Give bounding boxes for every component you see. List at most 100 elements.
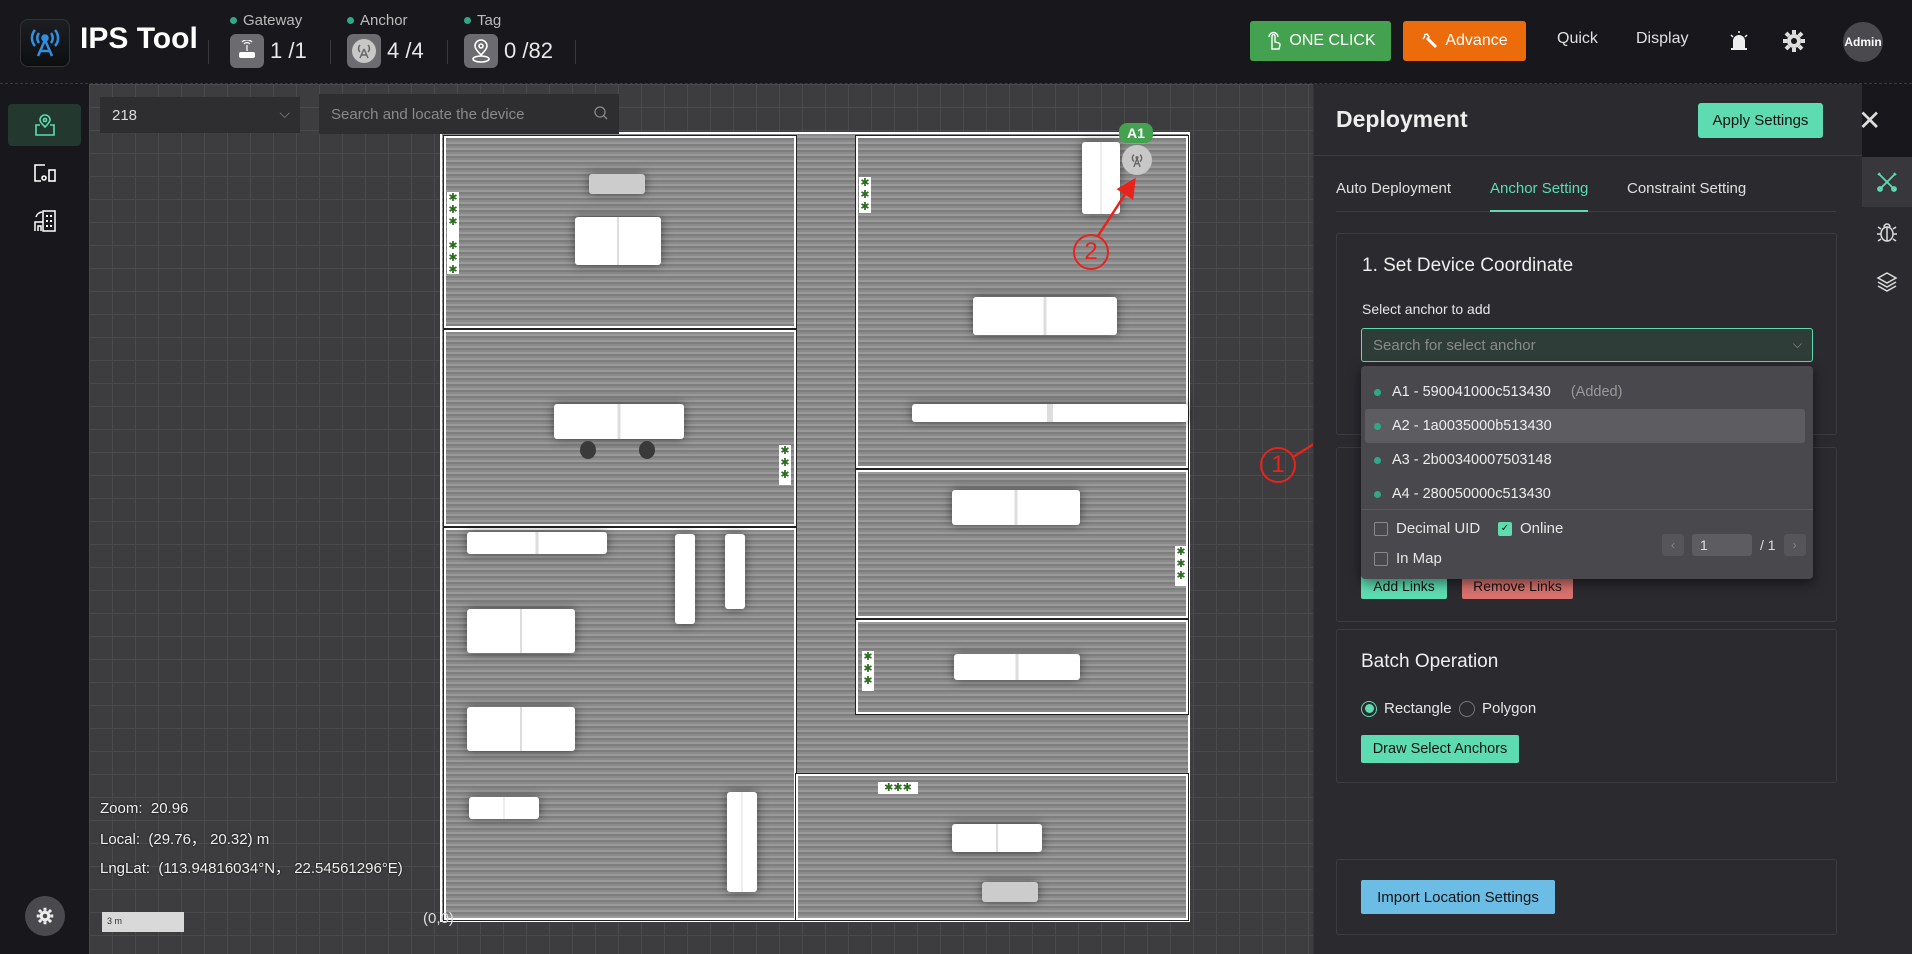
layers-icon xyxy=(1876,272,1898,292)
decimal-uid-checkbox[interactable]: Decimal UID xyxy=(1374,520,1480,537)
next-page-button[interactable]: › xyxy=(1783,534,1806,556)
floor-select[interactable]: 218 ⌵ xyxy=(100,97,300,133)
page-input[interactable]: 1 xyxy=(1692,534,1752,556)
page-total: / 1 xyxy=(1760,537,1776,553)
gateway-stat[interactable]: Gateway 1 /1 xyxy=(230,12,307,68)
dropdown-option[interactable]: A1 - 590041000c513430 (Added) xyxy=(1365,375,1805,409)
rail-layers[interactable] xyxy=(1862,257,1912,307)
close-icon[interactable]: ✕ xyxy=(1858,104,1881,137)
rail-tools[interactable] xyxy=(1862,157,1912,207)
quick-link[interactable]: Quick xyxy=(1557,30,1598,48)
tag-label: Tag xyxy=(477,12,502,29)
tag-location-pin-icon xyxy=(464,34,498,68)
gear-icon[interactable] xyxy=(1781,28,1807,54)
chevron-down-icon: ⌵ xyxy=(279,105,290,121)
anchor-select[interactable]: ⌵ xyxy=(1361,328,1813,362)
plant-icon: ✱ ✱ ✱ ✱ ✱ ✱ xyxy=(447,192,459,276)
divider xyxy=(1361,509,1813,510)
prev-page-button[interactable]: ‹ xyxy=(1662,534,1684,556)
tag-count: 0 /82 xyxy=(504,38,553,63)
import-location-settings-button[interactable]: Import Location Settings xyxy=(1361,880,1555,914)
online-dot xyxy=(1374,456,1381,464)
cabinet xyxy=(675,534,695,624)
table xyxy=(952,490,1080,525)
table xyxy=(554,404,684,439)
scale-bar: 3 m xyxy=(102,912,184,932)
table xyxy=(952,824,1042,852)
bug-icon xyxy=(1877,223,1897,242)
cabinet xyxy=(725,534,745,609)
chair xyxy=(639,441,655,459)
apply-settings-button[interactable]: Apply Settings xyxy=(1698,103,1823,138)
tools-icon xyxy=(1877,172,1897,192)
gear-icon xyxy=(36,907,54,925)
zoom-readout: Zoom: 20.96 xyxy=(100,800,189,817)
dropdown-option[interactable]: A2 - 1a0035000b513430 xyxy=(1365,409,1805,443)
online-dot xyxy=(1374,388,1381,396)
anchor-marker[interactable] xyxy=(1122,145,1152,175)
panel-rail xyxy=(1862,157,1912,954)
app-logo xyxy=(20,19,70,67)
advance-button[interactable]: Advance xyxy=(1403,21,1526,61)
pagination: ‹ 1 / 1 › xyxy=(1662,534,1806,556)
table xyxy=(973,297,1117,335)
anchor-label: Anchor xyxy=(360,12,408,29)
anchor-antenna-icon xyxy=(347,34,381,68)
map-pin-icon xyxy=(34,114,55,136)
one-click-button[interactable]: ONE CLICK xyxy=(1250,21,1391,61)
desk-row xyxy=(469,797,539,819)
one-click-label: ONE CLICK xyxy=(1289,32,1376,49)
status-dot xyxy=(230,17,237,24)
top-header: IPS Tool Gateway 1 /1 Anchor 4 /4 Tag 0 … xyxy=(0,0,1912,84)
table xyxy=(954,654,1080,680)
sidebar-item-map[interactable] xyxy=(8,104,81,146)
avatar[interactable]: Admin xyxy=(1843,22,1883,62)
hand-pointer-icon xyxy=(1268,31,1282,50)
rectangle-radio[interactable]: Rectangle xyxy=(1361,700,1452,717)
check-icon: ✓ xyxy=(1498,521,1512,536)
online-checkbox[interactable]: ✓ Online xyxy=(1498,520,1563,537)
sidebar-item-devices[interactable] xyxy=(8,152,81,194)
display-link[interactable]: Display xyxy=(1636,30,1688,48)
anchor-marker-label[interactable]: A1 xyxy=(1119,123,1153,143)
tab-auto-deployment[interactable]: Auto Deployment xyxy=(1336,180,1451,212)
tag-stat[interactable]: Tag 0 /82 xyxy=(464,12,553,68)
dropdown-option[interactable]: A3 - 2b00340007503148 xyxy=(1365,443,1805,477)
antenna-tower-icon xyxy=(30,29,60,57)
advance-label: Advance xyxy=(1445,32,1508,49)
alarm-siren-icon[interactable] xyxy=(1726,28,1752,54)
anchor-search-input[interactable] xyxy=(1373,336,1773,354)
dropdown-option[interactable]: A4 - 280050000c513430 xyxy=(1365,477,1805,511)
draw-select-anchors-button[interactable]: Draw Select Anchors xyxy=(1361,735,1519,763)
sidebar-item-building[interactable] xyxy=(8,200,81,242)
added-note: (Added) xyxy=(1570,384,1623,400)
status-dot xyxy=(347,17,354,24)
desk-row xyxy=(467,532,607,554)
rail-debug[interactable] xyxy=(1862,207,1912,257)
gateway-label: Gateway xyxy=(243,12,303,29)
polygon-radio[interactable]: Polygon xyxy=(1459,700,1536,717)
status-dot xyxy=(464,17,471,24)
table xyxy=(575,217,661,265)
divider xyxy=(575,40,576,64)
floor-value: 218 xyxy=(112,106,138,124)
device-search[interactable] xyxy=(319,94,619,134)
device-search-input[interactable] xyxy=(331,105,581,123)
panel-tabs: Auto Deployment Anchor Setting Constrain… xyxy=(1336,180,1836,212)
divider xyxy=(447,40,448,64)
batch-title: Batch Operation xyxy=(1361,651,1499,672)
left-sidebar xyxy=(0,84,89,954)
online-dot xyxy=(1374,490,1381,498)
app-title: IPS Tool xyxy=(80,22,198,55)
tab-constraint-setting[interactable]: Constraint Setting xyxy=(1627,180,1746,212)
tab-anchor-setting[interactable]: Anchor Setting xyxy=(1490,180,1589,212)
plant-icon: ✱✱✱ xyxy=(779,445,791,485)
map-settings-button[interactable] xyxy=(25,896,65,936)
anchor-stat[interactable]: Anchor 4 /4 xyxy=(347,12,424,68)
annotation-marker-1: 1 xyxy=(1260,447,1296,483)
sofa xyxy=(982,882,1038,902)
desk-cluster xyxy=(467,609,575,653)
in-map-checkbox[interactable]: In Map xyxy=(1374,550,1442,567)
search-icon[interactable] xyxy=(593,105,609,126)
gateway-router-icon xyxy=(230,34,264,68)
